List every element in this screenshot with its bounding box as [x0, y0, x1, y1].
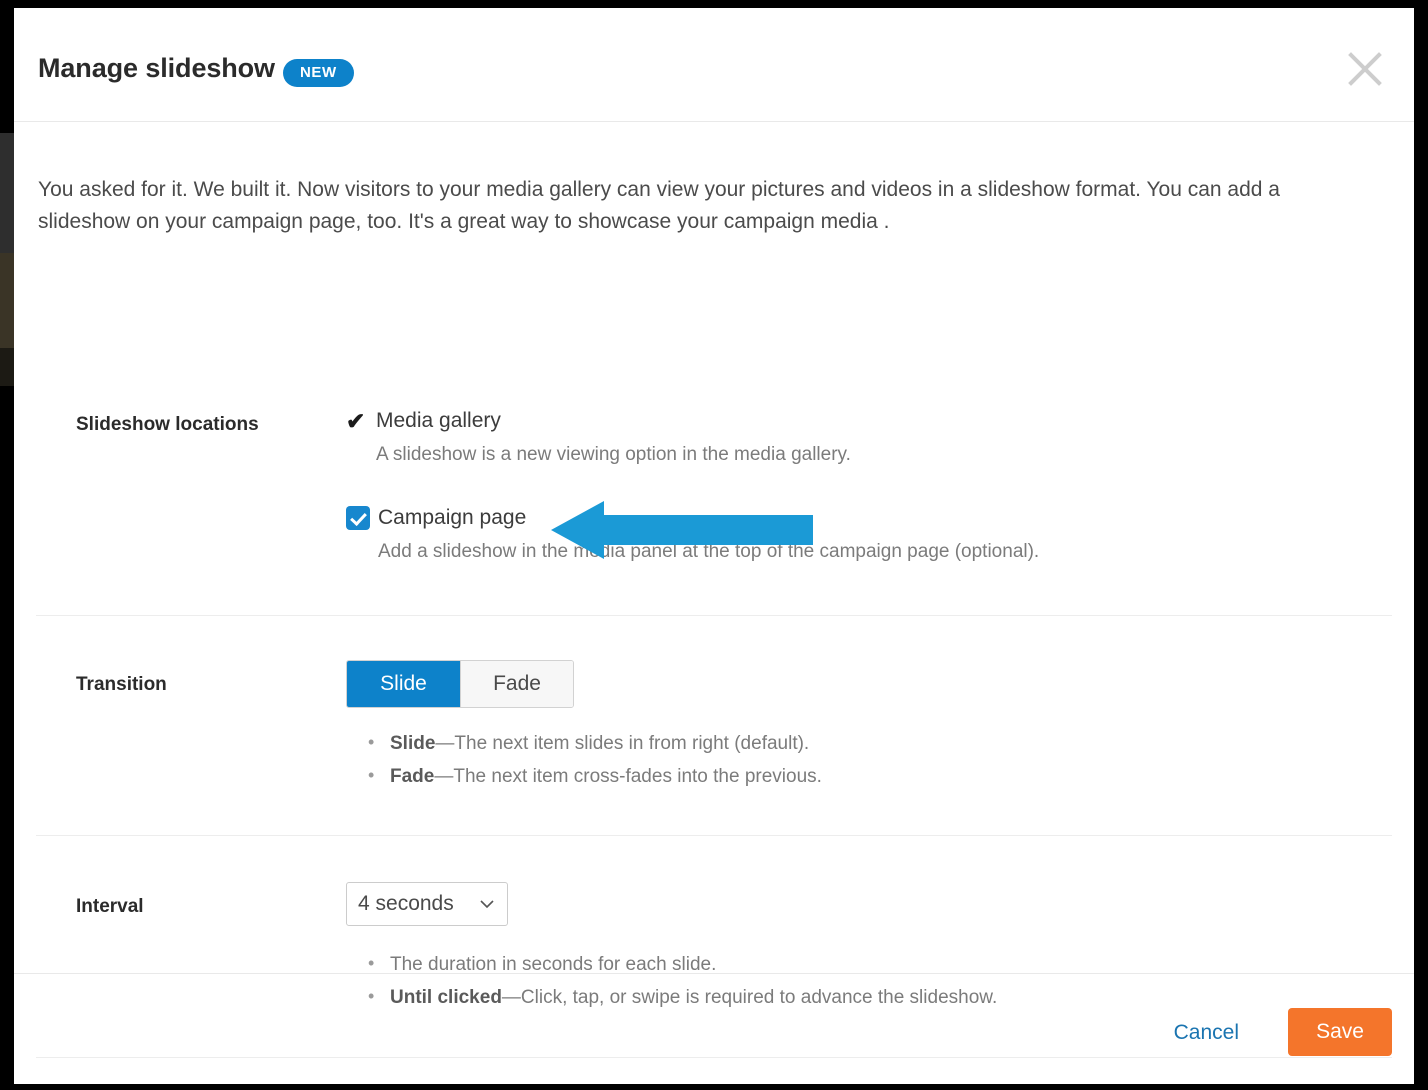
- cancel-button[interactable]: Cancel: [1174, 1021, 1239, 1045]
- option-label: Media gallery: [376, 409, 501, 432]
- option-campaign-page[interactable]: Campaign page Add a slideshow in the med…: [346, 505, 1039, 563]
- transition-option-fade[interactable]: Fade: [460, 661, 573, 707]
- transition-label: Transition: [76, 674, 167, 695]
- save-button[interactable]: Save: [1288, 1008, 1392, 1056]
- note-desc: —The next item cross-fades into the prev…: [434, 766, 822, 787]
- checkmark-icon: ✔: [346, 407, 366, 434]
- dialog-header: Manage slideshow NEW: [14, 8, 1414, 122]
- page-title: Manage slideshow: [38, 53, 275, 83]
- transition-segmented-control[interactable]: Slide Fade: [346, 660, 574, 708]
- interval-select[interactable]: 4 seconds: [346, 882, 508, 926]
- section-divider: [36, 615, 1392, 616]
- manage-slideshow-dialog: Manage slideshow NEW You asked for it. W…: [14, 8, 1414, 1084]
- slideshow-locations-label: Slideshow locations: [76, 414, 259, 435]
- backdrop-strip: [0, 348, 14, 386]
- note-desc: The duration in seconds for each slide.: [390, 954, 717, 975]
- campaign-page-checkbox[interactable]: [346, 506, 370, 530]
- transition-notes: Slide—The next item slides in from right…: [366, 733, 822, 800]
- close-icon[interactable]: [1344, 48, 1386, 90]
- interval-label: Interval: [76, 896, 144, 917]
- chevron-down-icon: [480, 899, 494, 908]
- new-badge: NEW: [283, 59, 354, 87]
- intro-text: You asked for it. We built it. Now visit…: [38, 178, 1280, 233]
- list-item: Slide—The next item slides in from right…: [368, 733, 822, 754]
- note-desc: —The next item slides in from right (def…: [435, 733, 810, 754]
- option-label: Campaign page: [378, 506, 527, 529]
- option-media-gallery[interactable]: ✔ Media gallery A slideshow is a new vie…: [346, 408, 851, 466]
- dialog-footer: Cancel Save: [14, 973, 1414, 1084]
- note-term: Fade: [390, 766, 435, 787]
- option-help-text: A slideshow is a new viewing option in t…: [376, 444, 851, 465]
- transition-option-slide[interactable]: Slide: [347, 661, 460, 707]
- backdrop-strip: [0, 253, 14, 348]
- note-term: Slide: [390, 733, 436, 754]
- list-item: Fade—The next item cross-fades into the …: [368, 766, 822, 787]
- section-divider: [36, 835, 1392, 836]
- interval-select-value: 4 seconds: [358, 892, 454, 915]
- option-help-text: Add a slideshow in the media panel at th…: [378, 541, 1040, 562]
- list-item: The duration in seconds for each slide.: [368, 954, 997, 975]
- backdrop-strip: [0, 133, 14, 253]
- footer-divider: [14, 973, 1414, 974]
